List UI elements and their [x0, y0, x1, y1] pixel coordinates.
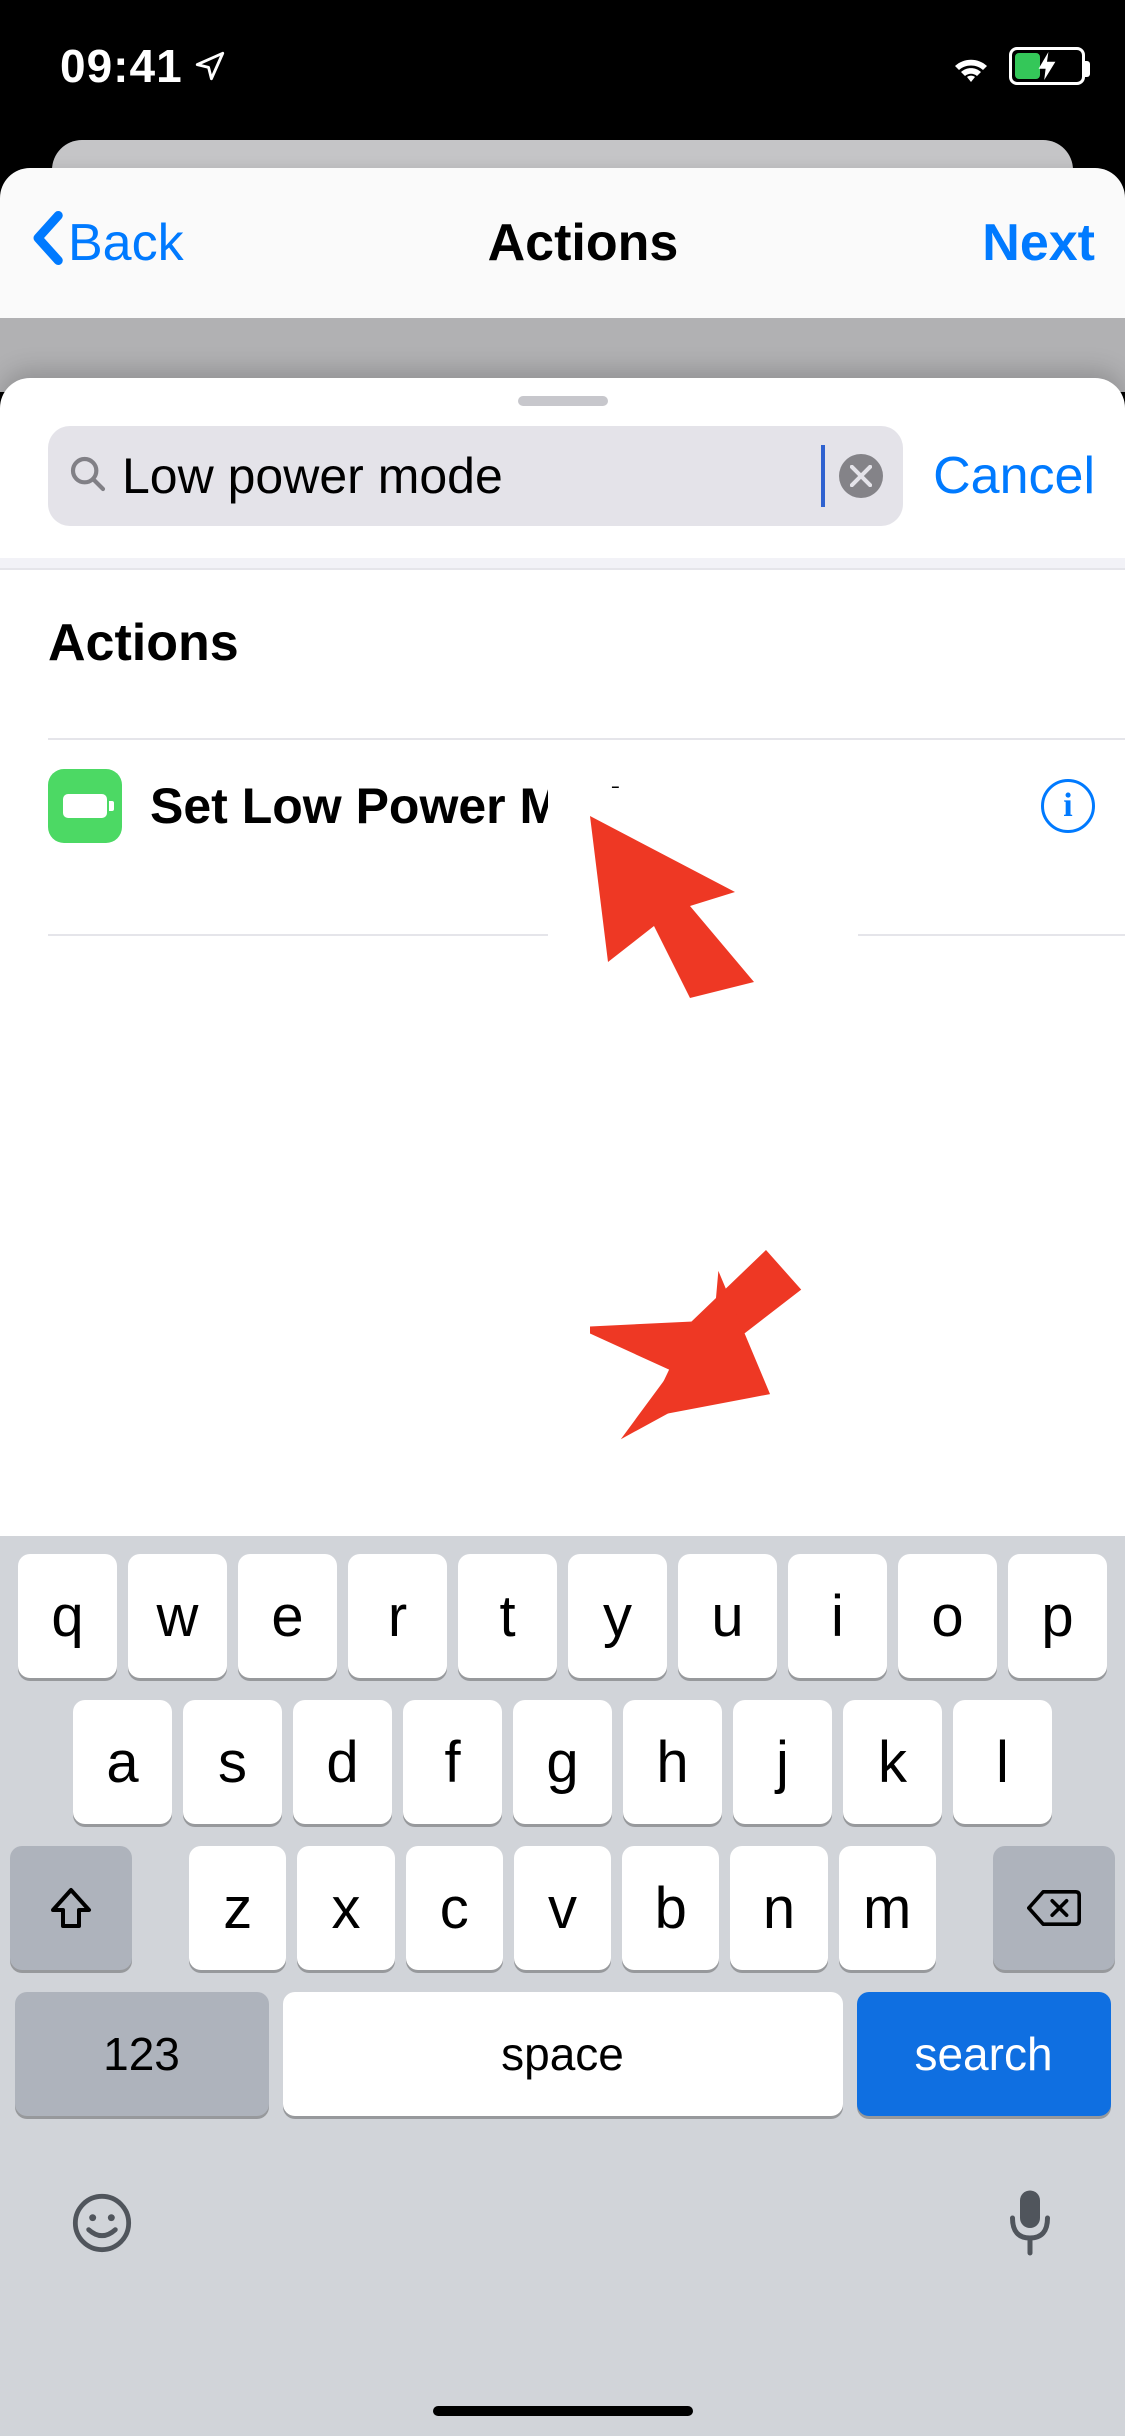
key-b[interactable]: b	[622, 1846, 719, 1970]
key-l[interactable]: l	[953, 1700, 1052, 1824]
next-button[interactable]: Next	[982, 213, 1095, 273]
back-button[interactable]: Back	[30, 211, 184, 275]
key-i[interactable]: i	[788, 1554, 887, 1678]
page-title: Actions	[488, 213, 679, 273]
status-right	[947, 47, 1085, 85]
chevron-left-icon	[30, 211, 64, 275]
key-t[interactable]: t	[458, 1554, 557, 1678]
key-shift[interactable]	[10, 1846, 132, 1970]
keyboard-row-1: q w e r t y u i o p	[10, 1554, 1115, 1678]
text-cursor	[821, 445, 825, 507]
keyboard-row-3: z x c v b n m	[10, 1846, 1115, 1970]
section-band	[0, 558, 1125, 568]
key-y[interactable]: y	[568, 1554, 667, 1678]
battery-icon	[1009, 47, 1085, 85]
key-q[interactable]: q	[18, 1554, 117, 1678]
key-backspace[interactable]	[993, 1846, 1115, 1970]
key-o[interactable]: o	[898, 1554, 997, 1678]
battery-icon	[48, 769, 122, 843]
emoji-button[interactable]	[70, 2191, 134, 2260]
backspace-icon	[1027, 1888, 1081, 1928]
location-icon	[193, 49, 227, 83]
search-icon	[68, 454, 108, 499]
key-f[interactable]: f	[403, 1700, 502, 1824]
home-indicator[interactable]	[433, 2406, 693, 2416]
key-v[interactable]: v	[514, 1846, 611, 1970]
key-g[interactable]: g	[513, 1700, 612, 1824]
keyboard: q w e r t y u i o p a s d f g h j k l z …	[0, 1536, 1125, 2436]
key-e[interactable]: e	[238, 1554, 337, 1678]
search-field[interactable]	[48, 426, 903, 526]
key-w[interactable]: w	[128, 1554, 227, 1678]
key-z[interactable]: z	[189, 1846, 286, 1970]
status-time: 09:41	[60, 39, 183, 93]
sheet-grabber[interactable]	[518, 396, 608, 406]
key-p[interactable]: p	[1008, 1554, 1107, 1678]
cancel-button[interactable]: Cancel	[933, 446, 1095, 506]
key-u[interactable]: u	[678, 1554, 777, 1678]
back-label: Back	[68, 213, 184, 273]
key-m[interactable]: m	[839, 1846, 936, 1970]
key-d[interactable]: d	[293, 1700, 392, 1824]
status-left: 09:41	[60, 39, 227, 93]
key-h[interactable]: h	[623, 1700, 722, 1824]
keyboard-row-4: 123 space search	[10, 1992, 1115, 2116]
cursor-arrow-icon	[590, 816, 820, 1026]
wifi-icon	[947, 48, 995, 84]
keyboard-row-2: a s d f g h j k l	[10, 1700, 1115, 1824]
microphone-icon	[1005, 2188, 1055, 2258]
status-bar: 09:41	[0, 0, 1125, 132]
key-numbers[interactable]: 123	[15, 1992, 269, 2116]
key-space[interactable]: space	[283, 1992, 843, 2116]
keyboard-bottom-row	[0, 2138, 1125, 2343]
key-n[interactable]: n	[730, 1846, 827, 1970]
key-a[interactable]: a	[73, 1700, 172, 1824]
clear-search-button[interactable]	[839, 454, 883, 498]
key-k[interactable]: k	[843, 1700, 942, 1824]
dictation-button[interactable]	[1005, 2188, 1055, 2263]
key-search[interactable]: search	[857, 1992, 1111, 2116]
key-r[interactable]: r	[348, 1554, 447, 1678]
key-x[interactable]: x	[297, 1846, 394, 1970]
search-row: Cancel	[48, 426, 1095, 526]
key-j[interactable]: j	[733, 1700, 832, 1824]
emoji-icon	[70, 2191, 134, 2255]
search-sheet: Cancel Actions Set Low Power Mode i	[0, 378, 1125, 1538]
info-button[interactable]: i	[1041, 779, 1095, 833]
section-title: Actions	[48, 613, 239, 673]
key-c[interactable]: c	[406, 1846, 503, 1970]
key-s[interactable]: s	[183, 1700, 282, 1824]
shift-icon	[47, 1884, 95, 1932]
search-input[interactable]	[122, 447, 817, 505]
separator	[48, 738, 1125, 740]
separator	[0, 568, 1125, 570]
navigation-bar: Back Actions Next	[0, 168, 1125, 318]
